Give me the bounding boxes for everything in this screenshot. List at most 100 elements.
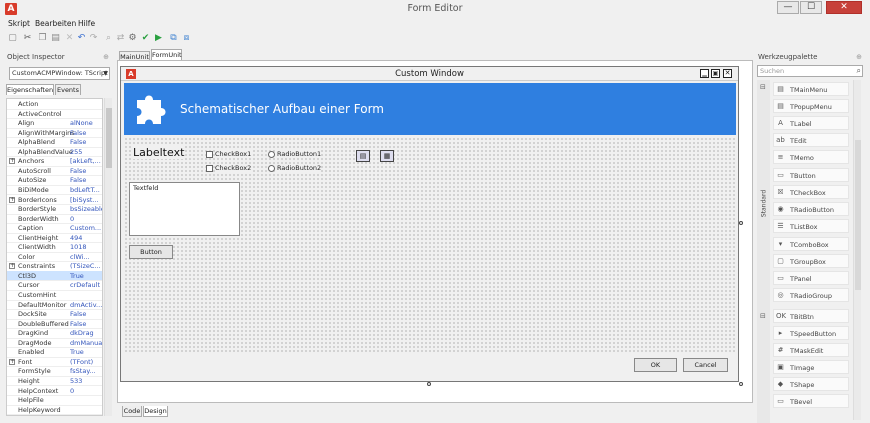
palette-item[interactable]: # TMaskEdit — [773, 343, 849, 357]
collapse-icon-2[interactable]: ⊟ — [760, 312, 766, 320]
checkbox-2[interactable] — [206, 165, 213, 172]
memo-field[interactable]: Textfeld — [129, 182, 240, 236]
palette-scrollbar-thumb[interactable] — [855, 140, 861, 290]
toolbar-component-icon[interactable]: ▤ — [356, 150, 370, 162]
palette-item[interactable]: ▭ TBevel — [773, 394, 849, 408]
run-icon[interactable]: ▶ — [153, 33, 164, 44]
find-icon[interactable]: ⌕ — [103, 33, 114, 44]
form-close-button[interactable]: ✕ — [723, 69, 732, 78]
expand-icon[interactable]: + — [9, 196, 15, 203]
property-value[interactable]: 0 — [70, 214, 102, 224]
ok-button[interactable]: OK — [634, 358, 677, 372]
palette-item[interactable]: ◎ TRadioGroup — [773, 288, 849, 302]
check-icon[interactable]: ✔ — [140, 33, 151, 44]
palette-pin-icon[interactable]: ⊕ — [856, 51, 862, 63]
menu-bearbeiten[interactable]: Bearbeiten — [35, 19, 76, 28]
palette-item[interactable]: ▸ TSpeedButton — [773, 326, 849, 340]
menu-skript[interactable]: Skript — [8, 19, 30, 28]
radio-button-2[interactable] — [268, 165, 275, 172]
palette-item[interactable]: OK TBitBtn — [773, 309, 849, 323]
close-button[interactable]: ✕ — [826, 1, 862, 14]
palette-item[interactable]: A TLabel — [773, 116, 849, 130]
property-value[interactable]: True — [70, 347, 102, 357]
expand-icon[interactable]: + — [9, 158, 15, 165]
expand-icon[interactable]: + — [9, 358, 15, 365]
tab-design[interactable]: Design — [143, 406, 168, 417]
palette-item[interactable]: ◉ TRadioButton — [773, 202, 849, 216]
palette-search-input[interactable]: Suchen ⌕ — [757, 65, 863, 77]
property-value[interactable]: 494 — [70, 233, 102, 243]
property-scrollbar-thumb[interactable] — [106, 108, 112, 168]
component-selector[interactable]: CustomACMPWindow: TScript ▼ — [9, 67, 110, 80]
maximize-button[interactable]: ☐ — [800, 1, 822, 14]
cut-icon[interactable]: ✂ — [22, 33, 33, 44]
palette-item[interactable]: ▤ TMainMenu — [773, 82, 849, 96]
form-window[interactable]: A Custom Window ▁ ▣ ✕ Schematischer Aufb… — [120, 66, 739, 382]
property-value[interactable]: dmManual — [70, 338, 102, 348]
minimize-button[interactable]: — — [777, 1, 799, 14]
import-icon[interactable]: ⧈ — [181, 33, 192, 44]
palette-item[interactable]: ◆ TShape — [773, 377, 849, 391]
palette-item[interactable]: ab TEdit — [773, 133, 849, 147]
radio-button-1[interactable] — [268, 151, 275, 158]
property-value[interactable]: False — [70, 319, 102, 329]
tab-code[interactable]: Code — [122, 406, 142, 417]
palette-item[interactable]: ▾ TComboBox — [773, 237, 849, 251]
palette-scrollbar[interactable] — [853, 80, 861, 420]
property-value[interactable]: False — [70, 137, 102, 147]
palette-item[interactable]: ▢ TGroupBox — [773, 254, 849, 268]
property-value[interactable]: [akLeft,... — [70, 156, 102, 166]
palette-item[interactable]: ▤ TPopupMenu — [773, 99, 849, 113]
settings-icon[interactable]: ⚙ — [127, 33, 138, 44]
form-minimize-button[interactable]: ▁ — [700, 69, 709, 78]
property-value[interactable]: False — [70, 175, 102, 185]
button[interactable]: Button — [129, 245, 173, 259]
property-value[interactable]: False — [70, 128, 102, 138]
paste-icon[interactable]: ▤ — [50, 33, 61, 44]
property-value[interactable]: [biSyst... — [70, 195, 102, 205]
property-value[interactable]: dmActiv... — [70, 300, 102, 310]
cancel-button[interactable]: Cancel — [683, 358, 728, 372]
image-component-icon[interactable]: ▦ — [380, 150, 394, 162]
property-value[interactable]: 255 — [70, 147, 102, 157]
export-icon[interactable]: ⧉ — [168, 33, 179, 44]
property-value[interactable]: 0 — [70, 386, 102, 396]
palette-item[interactable]: ☰ TListBox — [773, 219, 849, 233]
property-value[interactable]: 1018 — [70, 242, 102, 252]
property-value[interactable]: False — [70, 166, 102, 176]
property-value[interactable]: (TFont) — [70, 357, 102, 367]
palette-item[interactable]: ▭ TPanel — [773, 271, 849, 285]
replace-icon[interactable]: ⇄ — [115, 33, 126, 44]
property-value[interactable]: bdLeftT... — [70, 185, 102, 195]
pin-icon[interactable]: ⊕ — [103, 51, 109, 63]
property-value[interactable]: True — [70, 271, 102, 281]
menu-hilfe[interactable]: Hilfe — [78, 19, 95, 28]
property-value[interactable]: False — [70, 309, 102, 319]
property-value[interactable]: bsSizeable — [70, 204, 102, 214]
checkbox-1[interactable] — [206, 151, 213, 158]
property-value[interactable]: alNone — [70, 118, 102, 128]
property-value[interactable]: clWi... — [70, 252, 102, 262]
delete-icon[interactable]: ✕ — [64, 33, 75, 44]
undo-icon[interactable]: ↶ — [76, 33, 87, 44]
property-value[interactable]: Custom... — [70, 223, 102, 233]
resize-handle-corner[interactable] — [739, 382, 743, 386]
palette-item[interactable]: ≡ TMemo — [773, 150, 849, 164]
tab-eigenschaften[interactable]: Eigenschaften — [6, 84, 54, 95]
form-maximize-button[interactable]: ▣ — [711, 69, 720, 78]
property-value[interactable]: 533 — [70, 376, 102, 386]
tab-events[interactable]: Events — [55, 84, 81, 95]
property-value[interactable]: crDefault — [70, 280, 102, 290]
copy-icon[interactable]: ❐ — [37, 33, 48, 44]
property-scrollbar[interactable] — [104, 98, 112, 416]
property-value[interactable]: fsStay... — [70, 366, 102, 376]
collapse-icon[interactable]: ⊟ — [760, 83, 766, 91]
palette-item[interactable]: ▣ TImage — [773, 360, 849, 374]
property-value[interactable]: (TSizeC... — [70, 261, 102, 271]
new-icon[interactable]: ▢ — [7, 33, 18, 44]
property-row[interactable]: HelpKeyword — [7, 405, 102, 415]
property-value[interactable]: dkDrag — [70, 328, 102, 338]
resize-handle-bottom[interactable] — [427, 382, 431, 386]
palette-item[interactable]: ☒ TCheckBox — [773, 185, 849, 199]
redo-icon[interactable]: ↷ — [88, 33, 99, 44]
